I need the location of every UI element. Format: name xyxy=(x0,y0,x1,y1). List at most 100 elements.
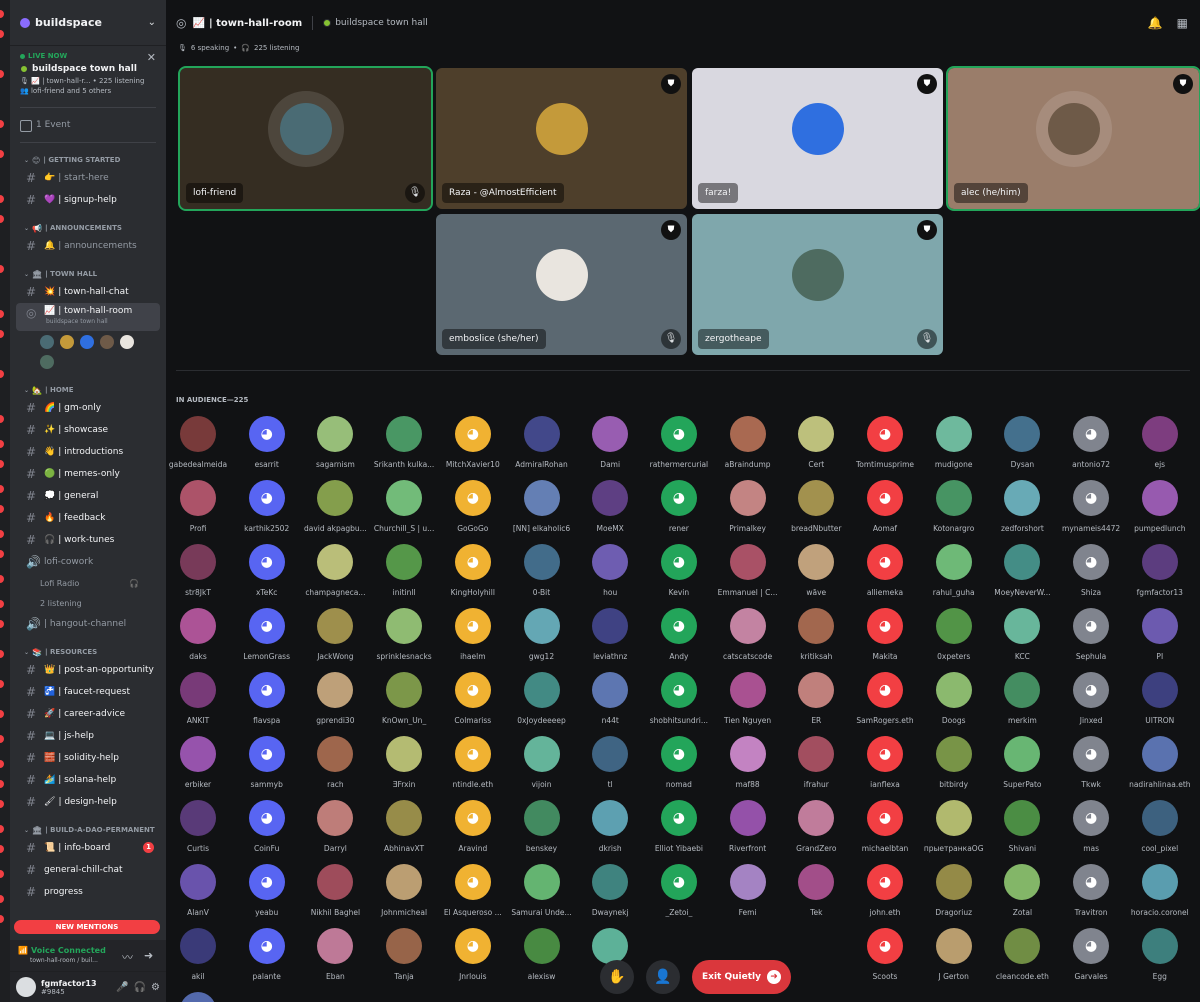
audience-member[interactable]: ◕ Sephula xyxy=(1059,608,1123,661)
server-unread-dot[interactable] xyxy=(0,915,4,923)
discord-default-avatar-icon[interactable]: ◕ xyxy=(1073,480,1110,516)
audience-member[interactable]: ◕ ntindle.eth xyxy=(441,736,505,789)
audience-member[interactable]: hou xyxy=(578,544,642,597)
channel-memes-only[interactable]: # 🟢 | memes-only xyxy=(16,463,160,485)
speaker-tile[interactable]: alec (he/him) ⛊ xyxy=(946,66,1200,211)
audience-member[interactable]: 0xJoydeeeep xyxy=(510,672,574,725)
server-unread-dot[interactable] xyxy=(0,150,4,158)
audience-member[interactable]: ◕ El Asqueroso ... xyxy=(441,864,505,917)
avatar[interactable] xyxy=(386,864,423,900)
server-unread-dot[interactable] xyxy=(0,530,4,538)
audience-member[interactable]: dkrish xyxy=(578,800,642,853)
audience-member[interactable]: 0xpeters xyxy=(922,608,986,661)
event-icon[interactable]: ▦ xyxy=(1177,16,1188,30)
server-unread-dot[interactable] xyxy=(0,70,4,78)
audience-member[interactable]: KCC xyxy=(990,608,1054,661)
avatar[interactable] xyxy=(180,800,216,836)
audience-member[interactable]: Churchill_S | u... xyxy=(372,480,436,533)
channel-design-help[interactable]: # 🖌 | design-help xyxy=(16,791,160,813)
audience-member[interactable]: Kotonargro xyxy=(922,480,986,533)
avatar[interactable] xyxy=(80,335,94,349)
channel-gm-only[interactable]: # 🌈 | gm-only xyxy=(16,397,160,419)
discord-default-avatar-icon[interactable]: ◕ xyxy=(248,480,285,516)
avatar[interactable] xyxy=(535,102,588,155)
disconnect-icon[interactable]: ➜ xyxy=(144,949,153,962)
avatar[interactable] xyxy=(1004,736,1041,772)
avatar[interactable] xyxy=(386,416,423,452)
avatar[interactable] xyxy=(798,544,835,580)
audience-member[interactable]: 0-Bit xyxy=(510,544,574,597)
audience-member[interactable]: ◕ flavspa xyxy=(235,672,299,725)
channel-work-tunes[interactable]: # 🎧 | work-tunes xyxy=(16,529,160,551)
audience-member[interactable]: catscatscode xyxy=(716,608,780,661)
audience-member[interactable]: ◕ Tkwk xyxy=(1059,736,1123,789)
speaker-tile[interactable]: Raza - @AlmostEfficient ⛊ xyxy=(436,68,687,209)
audience-member[interactable]: fgmfactor13 xyxy=(1128,544,1192,597)
avatar[interactable] xyxy=(729,800,766,836)
audience-member[interactable]: Egg xyxy=(1128,928,1192,981)
discord-default-avatar-icon[interactable]: ◕ xyxy=(867,544,903,580)
audience-member[interactable]: ◕ xTeKc xyxy=(235,544,299,597)
avatar[interactable] xyxy=(180,544,216,580)
discord-default-avatar-icon[interactable]: ◕ xyxy=(867,608,903,644)
server-unread-dot[interactable] xyxy=(0,600,4,608)
audience-member[interactable]: david akpagbu... xyxy=(303,480,367,533)
audience-member[interactable]: merkim xyxy=(990,672,1054,725)
audience-member[interactable]: ◕ yeabu xyxy=(235,864,299,917)
avatar[interactable] xyxy=(1004,800,1041,836)
discord-default-avatar-icon[interactable]: ◕ xyxy=(454,544,491,580)
avatar[interactable] xyxy=(317,736,354,772)
voice-location[interactable]: town-hall-room / buil... xyxy=(30,957,158,964)
audience-member[interactable]: ◕ MitchXavier10 xyxy=(441,416,505,469)
avatar[interactable] xyxy=(317,544,354,580)
avatar[interactable] xyxy=(592,608,629,644)
avatar[interactable] xyxy=(386,608,423,644)
audience-member[interactable]: ◕ Kevin xyxy=(647,544,711,597)
avatar[interactable] xyxy=(1004,928,1041,964)
avatar[interactable] xyxy=(592,480,629,516)
audience-member[interactable]: Nikhil Baghel xyxy=(303,864,367,917)
audience-member[interactable]: ◕ Garvales xyxy=(1059,928,1123,981)
discord-default-avatar-icon[interactable]: ◕ xyxy=(248,416,285,452)
audience-member[interactable]: Profi xyxy=(166,480,230,533)
voice-member[interactable]: 2 listening xyxy=(10,593,166,613)
audience-member[interactable]: ◕ SamRogers.eth xyxy=(853,672,917,725)
audience-member[interactable]: Dysan xyxy=(990,416,1054,469)
avatar[interactable] xyxy=(180,608,216,644)
channel-career-advice[interactable]: # 🚀 | career-advice xyxy=(16,703,160,725)
server-unread-dot[interactable] xyxy=(0,370,4,378)
discord-default-avatar-icon[interactable]: ◕ xyxy=(454,864,491,900)
category-header[interactable]: ⌄ 🏛 | BUILD-A-DAO-PERMANENT xyxy=(10,823,166,837)
avatar[interactable] xyxy=(729,480,766,516)
channel-solidity-help[interactable]: # 🧱 | solidity-help xyxy=(16,747,160,769)
discord-default-avatar-icon[interactable]: ◕ xyxy=(867,736,903,772)
discord-default-avatar-icon[interactable]: ◕ xyxy=(660,736,697,772)
avatar[interactable] xyxy=(317,928,354,964)
audience-member[interactable]: aBraindump xyxy=(716,416,780,469)
audience-member[interactable]: nadirahlinaa.eth xyxy=(1128,736,1192,789)
audience-member[interactable]: initinll xyxy=(372,544,436,597)
avatar[interactable] xyxy=(1141,928,1178,964)
live-now-panel[interactable]: LIVE NOW ✕ buildspace town hall 🎙 📈 | to… xyxy=(10,46,166,103)
audience-member[interactable]: прыетранкаOG xyxy=(922,800,986,853)
audience-member[interactable]: horacio.coronel xyxy=(1128,864,1192,917)
server-unread-dot[interactable] xyxy=(0,265,4,273)
audience-member[interactable]: ◕ Scoots xyxy=(853,928,917,981)
server-unread-dot[interactable] xyxy=(0,825,4,833)
avatar[interactable] xyxy=(1047,102,1100,155)
audience-member[interactable]: ◕ antonio72 xyxy=(1059,416,1123,469)
audience-member[interactable]: champagneca... xyxy=(303,544,367,597)
avatar[interactable] xyxy=(1141,608,1178,644)
avatar[interactable] xyxy=(935,864,972,900)
audience-member[interactable]: Zotal xyxy=(990,864,1054,917)
audience-member[interactable]: ◕ KingHolyhill xyxy=(441,544,505,597)
audience-member[interactable]: AlanV xyxy=(166,864,230,917)
audience-member[interactable]: ANKIT xyxy=(166,672,230,725)
discord-default-avatar-icon[interactable]: ◕ xyxy=(454,736,491,772)
avatar[interactable] xyxy=(180,672,216,708)
server-unread-dot[interactable] xyxy=(0,120,4,128)
channel-town-hall-room[interactable]: ◎ 📈 | town-hall-room buildspace town hall xyxy=(16,303,160,331)
discord-default-avatar-icon[interactable]: ◕ xyxy=(867,672,903,708)
category-header[interactable]: ⌄ 🏛 | TOWN HALL xyxy=(10,267,166,281)
audience-member[interactable]: Dragoriuz xyxy=(922,864,986,917)
